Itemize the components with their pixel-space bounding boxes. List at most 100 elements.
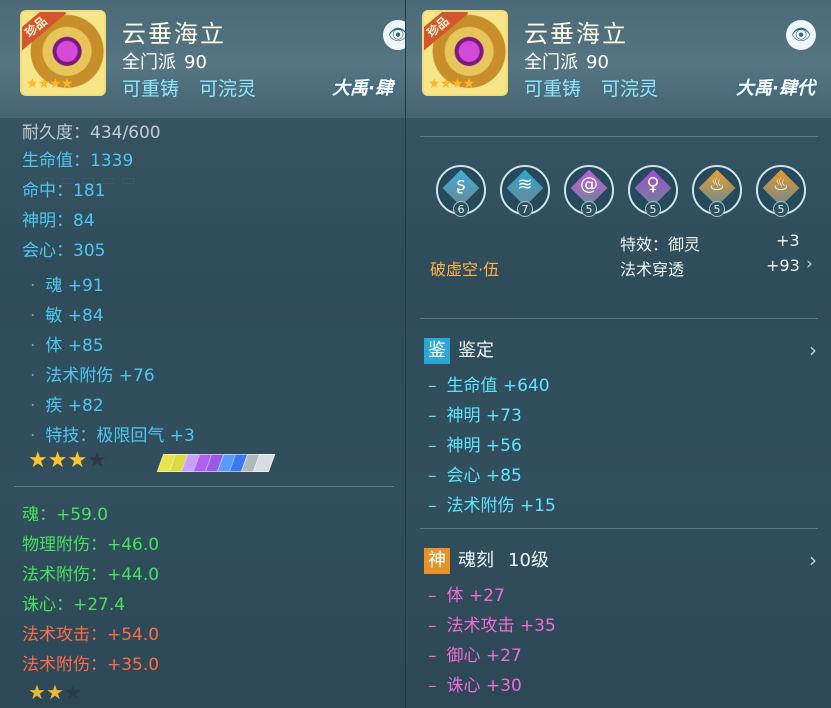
- item-level: 90: [586, 52, 609, 73]
- green-stat: 物理附伤：+46.0: [22, 535, 160, 555]
- rune-combo: 破虚空·伍: [430, 260, 500, 279]
- divider: [420, 318, 818, 319]
- star-icon: ★: [28, 680, 46, 704]
- rune-glyph-icon: @: [580, 174, 598, 195]
- tag-refine: 可浣灵: [199, 78, 257, 100]
- star-empty-icon: ★: [87, 448, 107, 473]
- item-icon[interactable]: 珍品 ★★★★: [422, 10, 508, 96]
- chevron-right-icon[interactable]: ›: [809, 548, 817, 572]
- eye-icon[interactable]: 👁: [786, 20, 816, 50]
- divider: [420, 528, 818, 529]
- star-icon: ★: [428, 76, 441, 92]
- base-stat: 生命值：1339: [22, 151, 134, 171]
- star-icon: ★: [37, 76, 51, 92]
- item-name: 云垂海立: [122, 20, 226, 48]
- rune-glyph-icon: ≋: [517, 174, 533, 195]
- effect-label: 法术穿透: [620, 260, 685, 279]
- star-icon: ★: [67, 448, 88, 473]
- effect-value: +93: [766, 256, 800, 275]
- soul-level: 10级: [508, 550, 549, 571]
- bonus-stat: · 特技：极限回气 +3: [30, 426, 195, 446]
- eye-icon[interactable]: 👁: [383, 20, 405, 50]
- tag-reforge: 可重铸: [122, 78, 180, 100]
- item-tags: 可重铸 可浣灵: [524, 74, 658, 101]
- rune-glyph-icon: ♨: [772, 174, 790, 195]
- rune-level: 5: [773, 201, 789, 217]
- appraise-badge-icon: 鉴: [424, 338, 450, 364]
- bonus-stat: · 疾 +82: [30, 396, 104, 416]
- rune-slot[interactable]: ʂ6: [436, 165, 486, 217]
- item-level: 90: [184, 52, 207, 73]
- appraise-line: – 神明 +73: [428, 406, 522, 426]
- rune-slot[interactable]: ♨ 5: [692, 165, 742, 217]
- rune-level: 7: [517, 201, 533, 217]
- chevron-right-icon[interactable]: ›: [806, 254, 813, 274]
- star-icon: ★: [26, 76, 39, 92]
- appraise-line: – 生命值 +640: [428, 376, 550, 396]
- appraise-line: – 神明 +56: [428, 436, 522, 456]
- item-star-rating: ★★★★: [428, 76, 476, 92]
- star-empty-icon: ★: [63, 680, 82, 704]
- star-icon: ★: [451, 76, 464, 92]
- item-sect: 全门派: [122, 52, 176, 73]
- appraise-line: – 会心 +85: [428, 466, 522, 486]
- base-stat: 会心：305: [22, 241, 106, 261]
- rune-glyph-icon: ʂ: [456, 174, 466, 195]
- bonus-stat: · 体 +85: [30, 336, 104, 356]
- green-stat: 法术附伤：+44.0: [22, 565, 160, 585]
- star-icon: ★: [45, 680, 64, 704]
- durability-text: 耐久度：434/600: [22, 123, 161, 143]
- star-icon: ★: [49, 76, 62, 92]
- bonus-stat: · 魂 +91: [30, 276, 104, 296]
- appraise-header[interactable]: 鉴鉴定: [424, 336, 494, 364]
- brand-logo: 大禹·肆: [332, 78, 393, 99]
- soul-line: – 法术攻击 +35: [428, 616, 556, 636]
- left-tooltip-panel: ▭ ▭ ▭ ▭ ▭ 珍品 ★★★★ 云垂海立 全门派 90 可重铸 可浣灵 大禹·肆…: [0, 0, 405, 708]
- effect-label: 特效：御灵: [620, 235, 701, 254]
- effect-value: +3: [776, 231, 800, 250]
- base-stat: 命中：181: [22, 181, 106, 201]
- gem-slots: [156, 454, 276, 476]
- brand-logo: 大禹·肆代: [736, 78, 815, 99]
- soul-line: – 体 +27: [428, 586, 505, 606]
- star-icon: ★: [439, 76, 453, 92]
- item-sect-line: 全门派 90: [122, 48, 207, 74]
- rune-glyph-icon: ♀: [646, 174, 660, 195]
- rating-stars-partial: ★★★: [28, 680, 82, 704]
- green-stat: 诛心：+27.4: [22, 595, 126, 615]
- item-name: 云垂海立: [524, 20, 628, 48]
- base-stat: 神明：84: [22, 211, 95, 231]
- rune-level: 6: [453, 201, 469, 217]
- rune-glyph-icon: ♨: [708, 174, 726, 195]
- item-header: 珍品 ★★★★ 云垂海立 全门派 90 可重铸 可浣灵 大禹·肆代 👁: [406, 0, 831, 118]
- rune-level: 5: [709, 201, 725, 217]
- bonus-stat: · 法术附伤 +76: [30, 366, 155, 386]
- rune-slot[interactable]: ♨ 5: [756, 165, 806, 217]
- soul-line: – 诛心 +30: [428, 676, 522, 696]
- rune-slot[interactable]: ♀ 5: [628, 165, 678, 217]
- star-icon: ★: [60, 76, 74, 92]
- tag-refine: 可浣灵: [601, 78, 659, 100]
- chevron-right-icon[interactable]: ›: [809, 338, 817, 362]
- rune-slot[interactable]: ≋ 7: [500, 165, 550, 217]
- item-sect: 全门派: [524, 52, 578, 73]
- soul-header[interactable]: 神魂刻 10级: [424, 546, 549, 574]
- rating-stars: ★★★★: [28, 448, 107, 473]
- bonus-stat: · 敏 +84: [30, 306, 104, 326]
- green-stat: 魂：+59.0: [22, 505, 109, 525]
- soul-title: 魂刻: [458, 550, 494, 571]
- item-tags: 可重铸 可浣灵: [122, 74, 256, 101]
- soul-line: – 御心 +27: [428, 646, 522, 666]
- tag-reforge: 可重铸: [524, 78, 582, 100]
- red-stat: 法术攻击：+54.0: [22, 625, 160, 645]
- item-header: 珍品 ★★★★ 云垂海立 全门派 90 可重铸 可浣灵 大禹·肆 👁: [0, 0, 405, 118]
- star-icon: ★: [462, 76, 476, 92]
- item-icon[interactable]: 珍品 ★★★★: [20, 10, 106, 96]
- right-tooltip-panel: 珍品 ★★★★ 云垂海立 全门派 90 可重铸 可浣灵 大禹·肆代 👁 ʂ 6 ≋ 7 @5…: [405, 0, 831, 708]
- item-star-rating: ★★★★: [26, 76, 74, 92]
- rune-level: 5: [645, 201, 661, 217]
- rune-level: 5: [581, 201, 597, 217]
- divider: [14, 486, 394, 487]
- quality-ribbon: 珍品: [22, 12, 67, 55]
- rune-slot[interactable]: @5: [564, 165, 614, 217]
